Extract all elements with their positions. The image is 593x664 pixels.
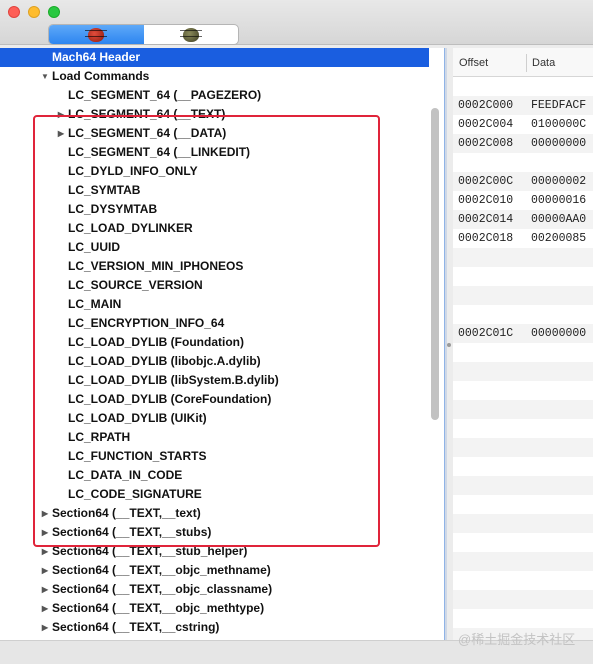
- tree-row-label: Section64 (__TEXT,__objc_methname): [52, 563, 271, 577]
- offset-cell: 0002C01C: [458, 327, 514, 340]
- hex-data-table: Offset Data 0002C000 FEEDFACF 0002C004 0100…: [453, 48, 593, 640]
- table-row[interactable]: [453, 590, 593, 609]
- tree-row-label: Section64 (__TEXT,__objc_classname): [52, 582, 273, 596]
- offset-cell: 0002C014: [458, 213, 514, 226]
- table-row[interactable]: [453, 476, 593, 495]
- mode-button-olive[interactable]: [144, 25, 239, 44]
- tree-row-label: LC_SEGMENT_64 (__PAGEZERO): [68, 88, 262, 102]
- table-row[interactable]: [453, 552, 593, 571]
- offset-cell: 0002C018: [458, 232, 514, 245]
- table-row[interactable]: [453, 438, 593, 457]
- data-cell: 00000002: [531, 175, 587, 188]
- data-cell: 00200085: [531, 232, 587, 245]
- offset-cell: 0002C008: [458, 137, 514, 150]
- tree-row[interactable]: ▶ Section64 (__TEXT,__objc_classname): [0, 580, 429, 599]
- offset-cell: 0002C000: [458, 99, 514, 112]
- table-row[interactable]: [453, 381, 593, 400]
- title-bar: [0, 0, 593, 45]
- table-row[interactable]: [453, 495, 593, 514]
- tree-row-label: Section64 (__TEXT,__cstring): [52, 620, 220, 634]
- table-row[interactable]: 0002C010 00000016: [453, 191, 593, 210]
- red-beetle-icon: [85, 27, 108, 42]
- disclosure-collapsed-icon[interactable]: ▶: [40, 561, 50, 580]
- data-cell: 00000000: [531, 137, 587, 150]
- table-row[interactable]: 0002C01C 00000000: [453, 324, 593, 343]
- table-row[interactable]: [453, 419, 593, 438]
- table-row[interactable]: [453, 77, 593, 96]
- data-cell: 00000016: [531, 194, 587, 207]
- table-row[interactable]: [453, 267, 593, 286]
- table-row[interactable]: [453, 457, 593, 476]
- offset-cell: 0002C004: [458, 118, 514, 131]
- table-row[interactable]: 0002C004 0100000C: [453, 115, 593, 134]
- tree-row[interactable]: Mach64 Header: [0, 48, 429, 67]
- table-row[interactable]: 0002C008 00000000: [453, 134, 593, 153]
- zoom-window-button[interactable]: [48, 6, 60, 18]
- disclosure-collapsed-icon[interactable]: ▶: [40, 599, 50, 618]
- data-cell: FEEDFACF: [531, 99, 587, 112]
- data-cell: 00000000: [531, 327, 587, 340]
- tree-row[interactable]: ▶ Section64 (__TEXT,__cstring): [0, 618, 429, 637]
- offset-cell: 0002C00C: [458, 175, 514, 188]
- watermark: @稀土掘金技术社区: [458, 632, 576, 647]
- offset-cell: 0002C010: [458, 194, 514, 207]
- disclosure-expanded-icon[interactable]: ▼: [40, 67, 50, 86]
- table-row[interactable]: [453, 248, 593, 267]
- table-row[interactable]: [453, 362, 593, 381]
- table-row[interactable]: [453, 571, 593, 590]
- table-row[interactable]: 0002C018 00200085: [453, 229, 593, 248]
- tree-row[interactable]: ▶ Section64 (__TEXT,__objc_methtype): [0, 599, 429, 618]
- table-row[interactable]: [453, 400, 593, 419]
- data-cell: 0100000C: [531, 118, 587, 131]
- highlight-box: [33, 115, 380, 547]
- table-row[interactable]: 0002C014 00000AA0: [453, 210, 593, 229]
- table-row[interactable]: 0002C00C 00000002: [453, 172, 593, 191]
- table-row[interactable]: [453, 533, 593, 552]
- table-row[interactable]: 0002C000 FEEDFACF: [453, 96, 593, 115]
- tree-row[interactable]: ▼ Load Commands: [0, 67, 429, 86]
- mode-button-red[interactable]: [49, 25, 144, 44]
- close-window-button[interactable]: [8, 6, 20, 18]
- table-header: Offset Data: [453, 48, 593, 77]
- load-commands-tree[interactable]: Mach64 Header ▼ Load Commands LC_SEGMENT_64…: [0, 48, 447, 640]
- tree-row-label: Mach64 Header: [52, 50, 141, 64]
- mode-segmented-control: [48, 24, 239, 45]
- minimize-window-button[interactable]: [28, 6, 40, 18]
- data-cell: 00000AA0: [531, 213, 587, 226]
- tree-row-label: Load Commands: [52, 69, 150, 83]
- split-view-divider[interactable]: [447, 343, 451, 347]
- table-row[interactable]: [453, 514, 593, 533]
- disclosure-collapsed-icon[interactable]: ▶: [40, 618, 50, 637]
- table-row[interactable]: [453, 153, 593, 172]
- data-column-header[interactable]: Data: [532, 48, 555, 79]
- table-row[interactable]: [453, 609, 593, 628]
- tree-row[interactable]: LC_SEGMENT_64 (__PAGEZERO): [0, 86, 429, 105]
- column-separator: [526, 54, 527, 72]
- disclosure-collapsed-icon[interactable]: ▶: [40, 580, 50, 599]
- tree-scrollbar[interactable]: [431, 108, 439, 420]
- tree-row-label: Section64 (__TEXT,__objc_methtype): [52, 601, 265, 615]
- table-row[interactable]: [453, 286, 593, 305]
- table-row[interactable]: [453, 305, 593, 324]
- offset-column-header[interactable]: Offset: [459, 48, 488, 79]
- tree-row[interactable]: ▶ Section64 (__TEXT,__objc_methname): [0, 561, 429, 580]
- olive-beetle-icon: [179, 27, 202, 42]
- table-row[interactable]: [453, 343, 593, 362]
